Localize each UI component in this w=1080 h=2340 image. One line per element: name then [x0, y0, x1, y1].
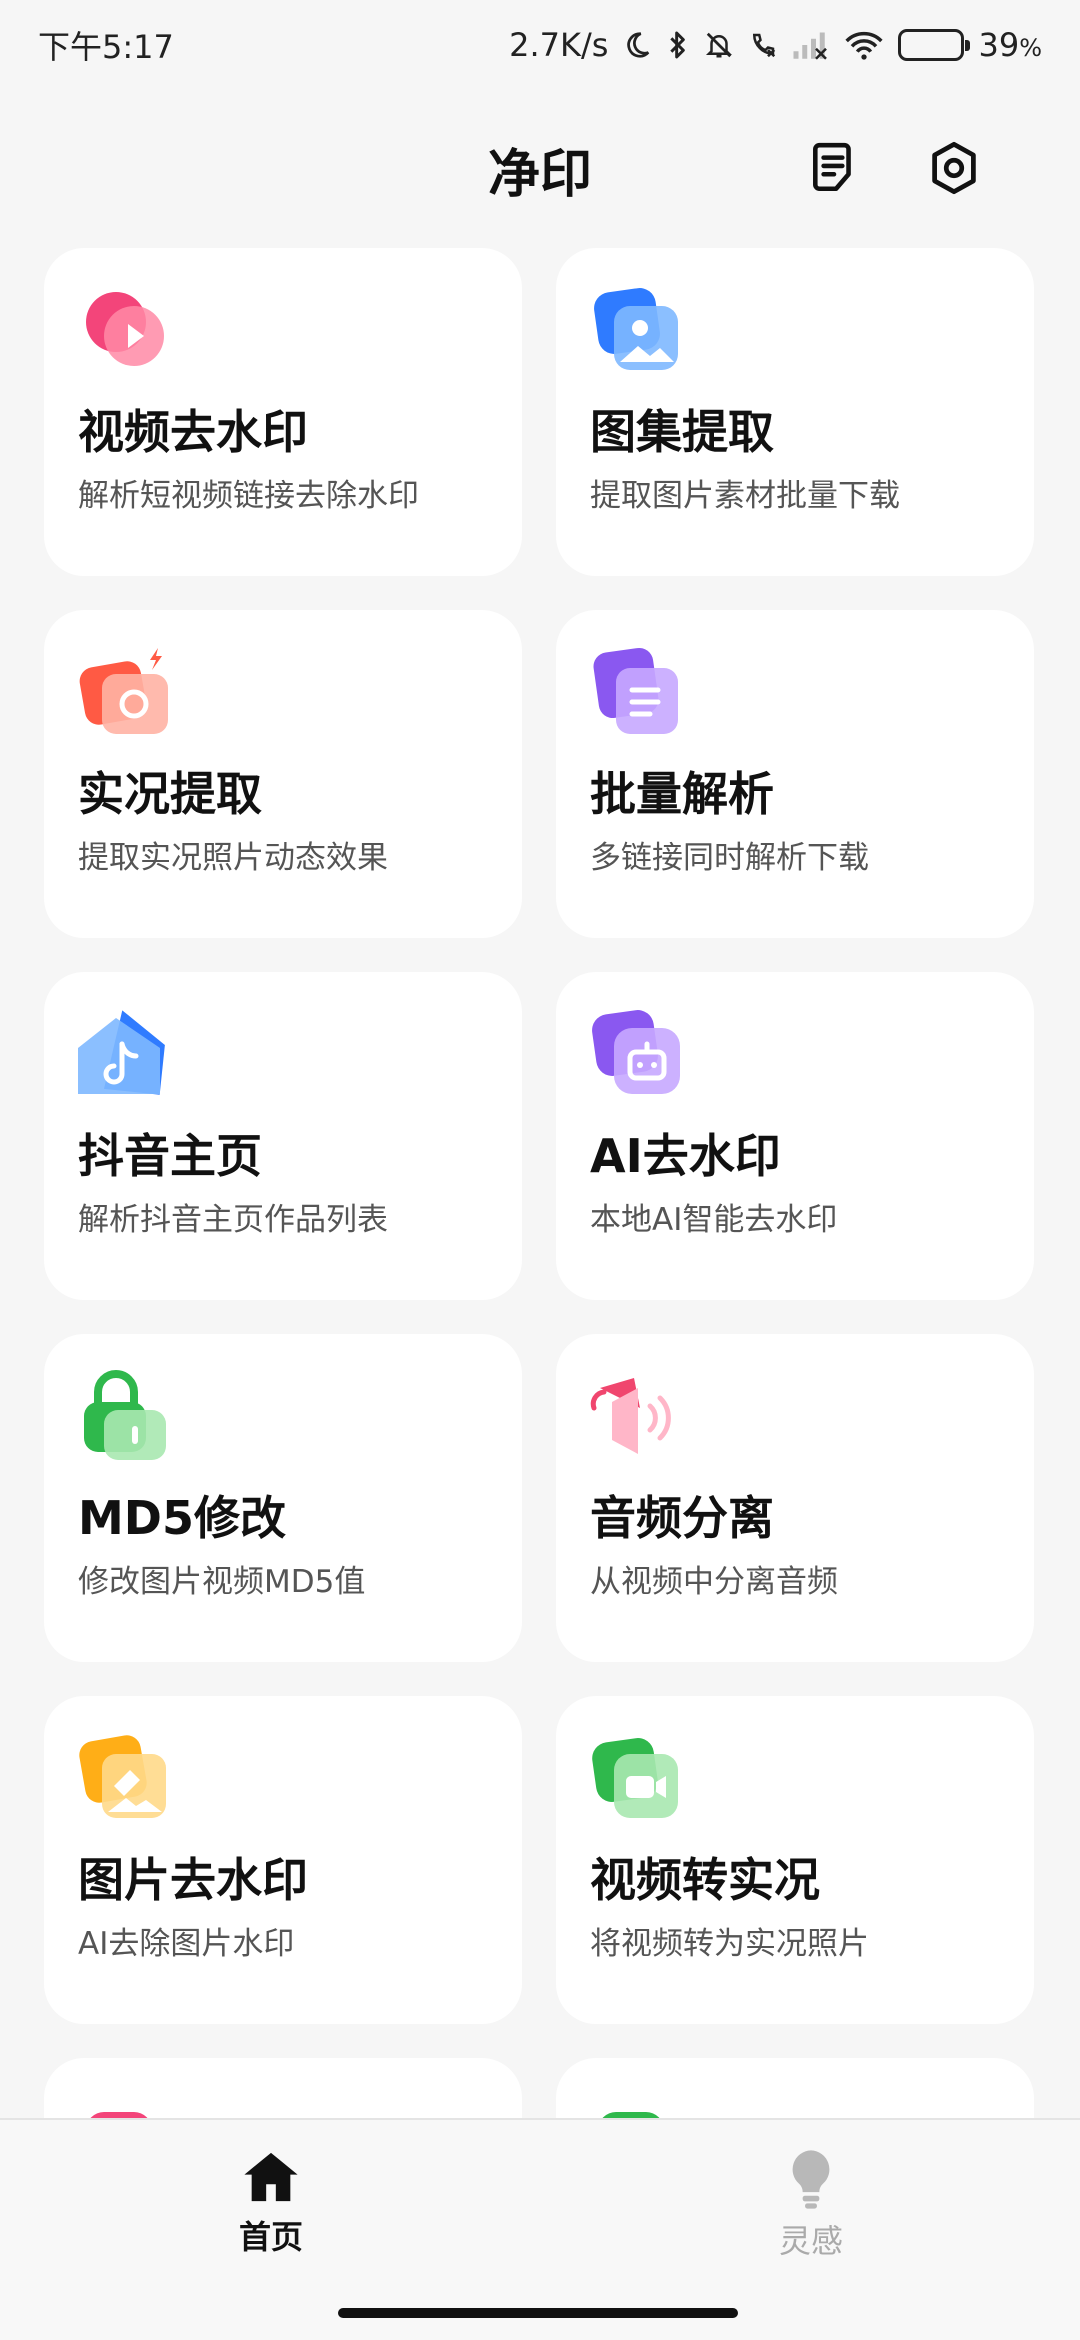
screen: 下午5:17 2.7K/s 39% 净印 视频去水印 解析短视频链接去除水印 图…	[0, 0, 1080, 2340]
page-title: 净印	[487, 145, 592, 205]
wifi-icon	[844, 30, 884, 60]
nav-item-inspiration[interactable]: 灵感	[711, 2148, 911, 2262]
card-subtitle: 解析短视频链接去除水印	[78, 478, 419, 514]
card-subtitle: AI去除图片水印	[78, 1926, 295, 1962]
card-subtitle: 本地AI智能去水印	[590, 1202, 838, 1238]
lock-icon	[78, 1368, 174, 1464]
battery-percent: 39%	[978, 26, 1042, 64]
feature-card-video-watermark[interactable]: 视频去水印 解析短视频链接去除水印	[44, 248, 522, 576]
status-bar: 下午5:17 2.7K/s 39%	[0, 0, 1080, 90]
partial-green-icon	[590, 2092, 686, 2118]
feature-list[interactable]: 视频去水印 解析短视频链接去除水印 图集提取 提取图片素材批量下载 实况提取 提…	[0, 248, 1080, 2118]
cellular-signal-icon	[792, 30, 830, 60]
feature-card-partial-right[interactable]	[556, 2058, 1034, 2118]
net-speed: 2.7K/s	[509, 26, 609, 64]
card-title: 视频转实况	[590, 1853, 820, 1907]
image-gallery-icon	[590, 282, 686, 378]
nav-label-inspiration: 灵感	[778, 2222, 843, 2260]
nav-item-home[interactable]: 首页	[171, 2148, 371, 2258]
batch-document-icon	[590, 644, 686, 740]
card-title: 抖音主页	[78, 1129, 262, 1183]
moon-icon	[622, 30, 652, 60]
notes-icon	[813, 142, 851, 192]
card-subtitle: 解析抖音主页作品列表	[78, 1202, 388, 1238]
live-photo-camera-icon	[78, 644, 174, 740]
status-icons: 2.7K/s 39%	[509, 26, 1042, 64]
ai-robot-icon	[590, 1006, 686, 1102]
card-title: 视频去水印	[78, 405, 308, 459]
mute-bell-icon	[704, 29, 734, 61]
battery-value: 39	[978, 26, 1020, 64]
card-title: 音频分离	[590, 1491, 774, 1545]
feature-card-partial-left[interactable]	[44, 2058, 522, 2118]
feature-card-image-watermark[interactable]: 图片去水印 AI去除图片水印	[44, 1696, 522, 2024]
status-time: 下午5:17	[38, 28, 174, 66]
app-header: 净印	[0, 110, 1080, 220]
speaker-icon	[590, 1368, 686, 1464]
card-subtitle: 将视频转为实况照片	[590, 1926, 869, 1962]
lightbulb-icon	[792, 2150, 830, 2209]
feature-card-md5[interactable]: MD5修改 修改图片视频MD5值	[44, 1334, 522, 1662]
feature-card-live-extract[interactable]: 实况提取 提取实况照片动态效果	[44, 610, 522, 938]
call-forward-icon	[748, 29, 778, 61]
home-icon	[244, 2152, 298, 2202]
video-camera-icon	[590, 1730, 686, 1826]
notes-button[interactable]	[804, 138, 864, 198]
nav-label-home: 首页	[238, 2218, 303, 2256]
card-title: AI去水印	[590, 1129, 781, 1183]
card-subtitle: 提取实况照片动态效果	[78, 840, 388, 876]
feature-card-video-to-live[interactable]: 视频转实况 将视频转为实况照片	[556, 1696, 1034, 2024]
bottom-nav: 首页 灵感	[0, 2118, 1080, 2340]
feature-card-ai-watermark[interactable]: AI去水印 本地AI智能去水印	[556, 972, 1034, 1300]
battery-unit: %	[1019, 34, 1042, 62]
douyin-home-icon	[78, 1006, 174, 1102]
partial-pink-icon	[78, 2092, 174, 2118]
card-title: MD5修改	[78, 1491, 286, 1545]
feature-card-audio-split[interactable]: 音频分离 从视频中分离音频	[556, 1334, 1034, 1662]
bluetooth-icon	[666, 29, 690, 61]
card-subtitle: 提取图片素材批量下载	[590, 478, 900, 514]
battery-icon	[898, 29, 971, 61]
feature-card-douyin-home[interactable]: 抖音主页 解析抖音主页作品列表	[44, 972, 522, 1300]
card-title: 图片去水印	[78, 1853, 308, 1907]
feature-card-gallery-extract[interactable]: 图集提取 提取图片素材批量下载	[556, 248, 1034, 576]
image-eraser-icon	[78, 1730, 174, 1826]
feature-grid: 视频去水印 解析短视频链接去除水印 图集提取 提取图片素材批量下载 实况提取 提…	[0, 248, 1080, 2118]
card-title: 实况提取	[78, 767, 262, 821]
feature-card-batch-parse[interactable]: 批量解析 多链接同时解析下载	[556, 610, 1034, 938]
video-play-icon	[78, 282, 174, 378]
gesture-bar[interactable]	[338, 2308, 738, 2318]
card-subtitle: 多链接同时解析下载	[590, 840, 869, 876]
settings-button[interactable]	[924, 138, 984, 198]
card-title: 图集提取	[590, 405, 774, 459]
settings-hex-icon	[932, 141, 976, 195]
card-subtitle: 修改图片视频MD5值	[78, 1564, 366, 1600]
card-title: 批量解析	[590, 767, 774, 821]
card-subtitle: 从视频中分离音频	[590, 1564, 838, 1600]
